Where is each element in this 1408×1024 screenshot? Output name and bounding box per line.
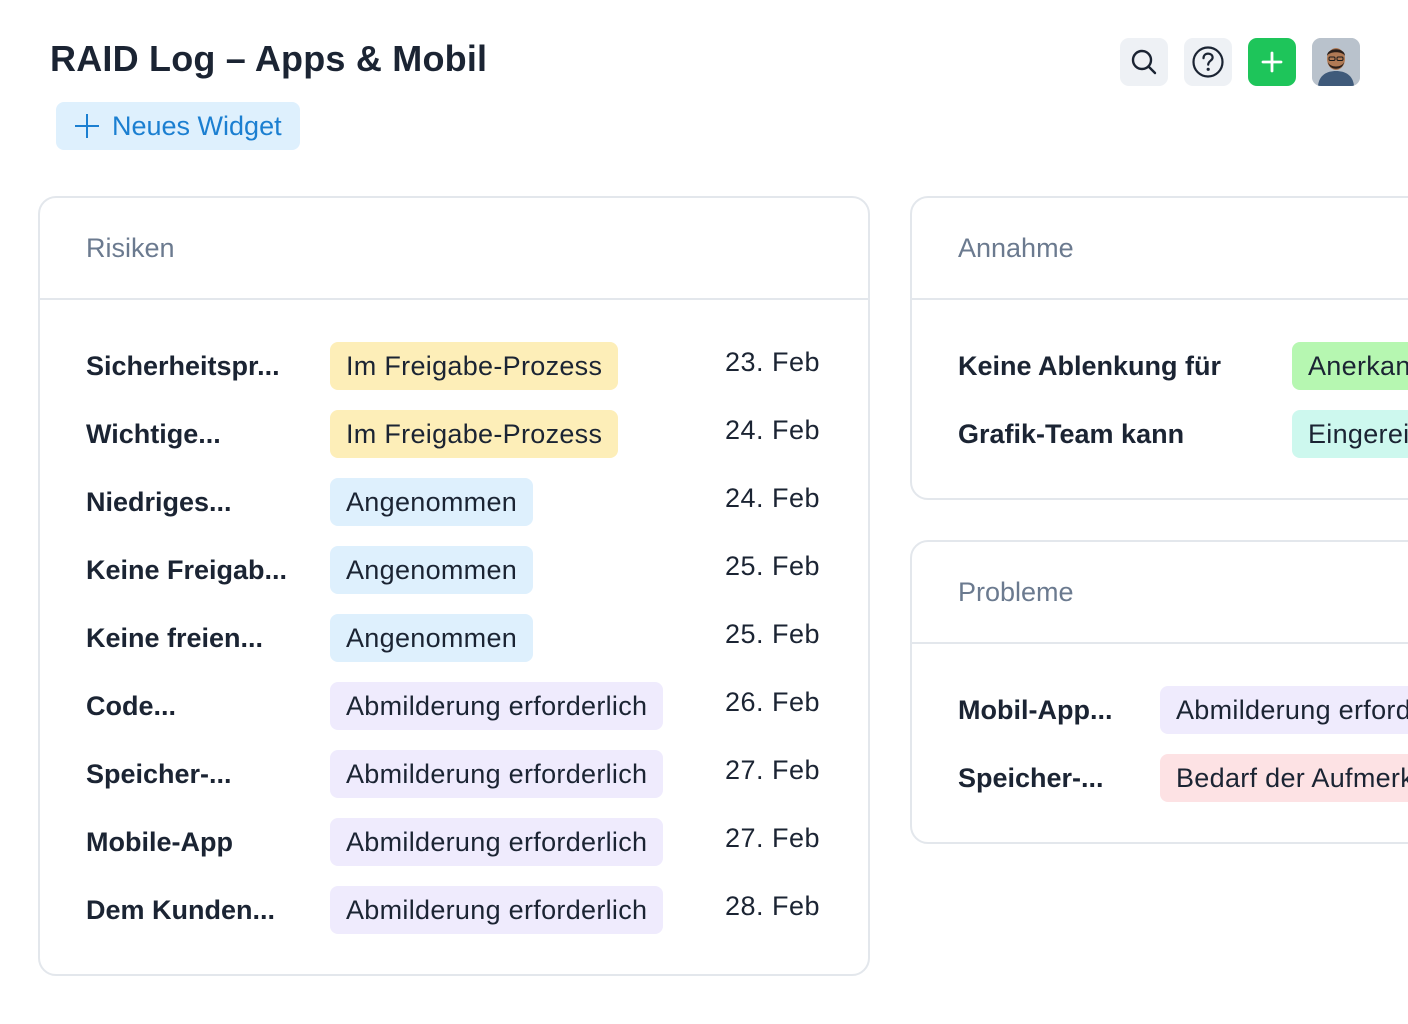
new-widget-label: Neues Widget bbox=[112, 110, 282, 141]
risk-name: Wichtige... bbox=[86, 419, 221, 449]
assumptions-card-title: Annahme bbox=[912, 198, 1408, 300]
status-badge: Eingereicht bbox=[1292, 410, 1408, 458]
user-avatar[interactable] bbox=[1312, 38, 1360, 86]
new-widget-button[interactable]: Neues Widget bbox=[56, 102, 300, 150]
status-badge: Abmilderung erforderlich bbox=[330, 886, 664, 934]
risk-name: Dem Kunden... bbox=[86, 895, 276, 925]
search-icon bbox=[1131, 49, 1157, 75]
status-badge: Abmilderung erforderlich bbox=[330, 818, 664, 866]
toolbar bbox=[1120, 38, 1360, 86]
status-badge: Bedarf der Aufmerksamkeit bbox=[1160, 754, 1408, 802]
risk-name: Speicher-... bbox=[86, 759, 232, 789]
table-row[interactable]: Keine freien... Angenommen 25. Feb bbox=[40, 614, 868, 662]
plus-icon bbox=[1261, 51, 1283, 73]
status-badge: Abmilderung erforderlich bbox=[330, 682, 664, 730]
table-row[interactable]: Wichtige... Im Freigabe-Prozess 24. Feb bbox=[40, 410, 868, 458]
search-button[interactable] bbox=[1120, 38, 1168, 86]
help-button[interactable] bbox=[1184, 38, 1232, 86]
risk-date: 24. Feb bbox=[724, 483, 820, 513]
risk-date: 26. Feb bbox=[724, 687, 820, 717]
risk-name: Keine Freigab... bbox=[86, 555, 288, 585]
table-row[interactable]: Dem Kunden... Abmilderung erforderlich 2… bbox=[40, 886, 868, 934]
issues-card: Probleme Mobil-App... Abmilderung erford… bbox=[910, 540, 1408, 844]
add-button[interactable] bbox=[1248, 38, 1296, 86]
risk-date: 23. Feb bbox=[724, 347, 820, 377]
risk-date: 28. Feb bbox=[724, 891, 820, 921]
status-badge: Angenommen bbox=[330, 546, 534, 594]
help-icon bbox=[1192, 46, 1224, 78]
assumption-name: Grafik-Team kann bbox=[958, 419, 1185, 449]
table-row[interactable]: Keine Ablenkung für Anerkannt bbox=[912, 342, 1408, 390]
risks-card: Risiken Sicherheitspr... Im Freigabe-Pro… bbox=[38, 196, 870, 976]
risk-name: Code... bbox=[86, 691, 177, 721]
issue-name: Mobil-App... bbox=[958, 695, 1113, 725]
status-badge: Angenommen bbox=[330, 478, 534, 526]
assumption-name: Keine Ablenkung für bbox=[958, 351, 1222, 381]
table-row[interactable]: Code... Abmilderung erforderlich 26. Feb bbox=[40, 682, 868, 730]
table-row[interactable]: Niedriges... Angenommen 24. Feb bbox=[40, 478, 868, 526]
table-row[interactable]: Keine Freigab... Angenommen 25. Feb bbox=[40, 546, 868, 594]
status-badge: Abmilderung erforderlich bbox=[1160, 686, 1408, 734]
risk-name: Keine freien... bbox=[86, 623, 264, 653]
risk-date: 24. Feb bbox=[724, 415, 820, 445]
status-badge: Im Freigabe-Prozess bbox=[330, 410, 619, 458]
status-badge: Im Freigabe-Prozess bbox=[330, 342, 619, 390]
user-avatar-image bbox=[1312, 38, 1360, 86]
table-row[interactable]: Speicher-... Bedarf der Aufmerksamkeit bbox=[912, 754, 1408, 802]
table-row[interactable]: Grafik-Team kann Eingereicht bbox=[912, 410, 1408, 458]
risk-name: Mobile-App bbox=[86, 827, 233, 857]
status-badge: Angenommen bbox=[330, 614, 534, 662]
risk-date: 27. Feb bbox=[724, 755, 820, 785]
status-badge: Abmilderung erforderlich bbox=[330, 750, 664, 798]
risk-date: 25. Feb bbox=[724, 551, 820, 581]
table-row[interactable]: Mobile-App Abmilderung erforderlich 27. … bbox=[40, 818, 868, 866]
risk-date: 27. Feb bbox=[724, 823, 820, 853]
status-badge: Anerkannt bbox=[1292, 342, 1408, 390]
risks-card-title: Risiken bbox=[40, 198, 868, 300]
table-row[interactable]: Speicher-... Abmilderung erforderlich 27… bbox=[40, 750, 868, 798]
issues-card-title: Probleme bbox=[912, 542, 1408, 644]
table-row[interactable]: Mobil-App... Abmilderung erforderlich bbox=[912, 686, 1408, 734]
risk-date: 25. Feb bbox=[724, 619, 820, 649]
table-row[interactable]: Sicherheitspr... Im Freigabe-Prozess 23.… bbox=[40, 342, 868, 390]
risk-name: Niedriges... bbox=[86, 487, 232, 517]
issue-name: Speicher-... bbox=[958, 763, 1104, 793]
assumptions-card: Annahme Keine Ablenkung für Anerkannt Gr… bbox=[910, 196, 1408, 500]
risk-name: Sicherheitspr... bbox=[86, 351, 280, 381]
plus-icon bbox=[74, 113, 100, 139]
page-title: RAID Log – Apps & Mobil bbox=[50, 38, 488, 79]
